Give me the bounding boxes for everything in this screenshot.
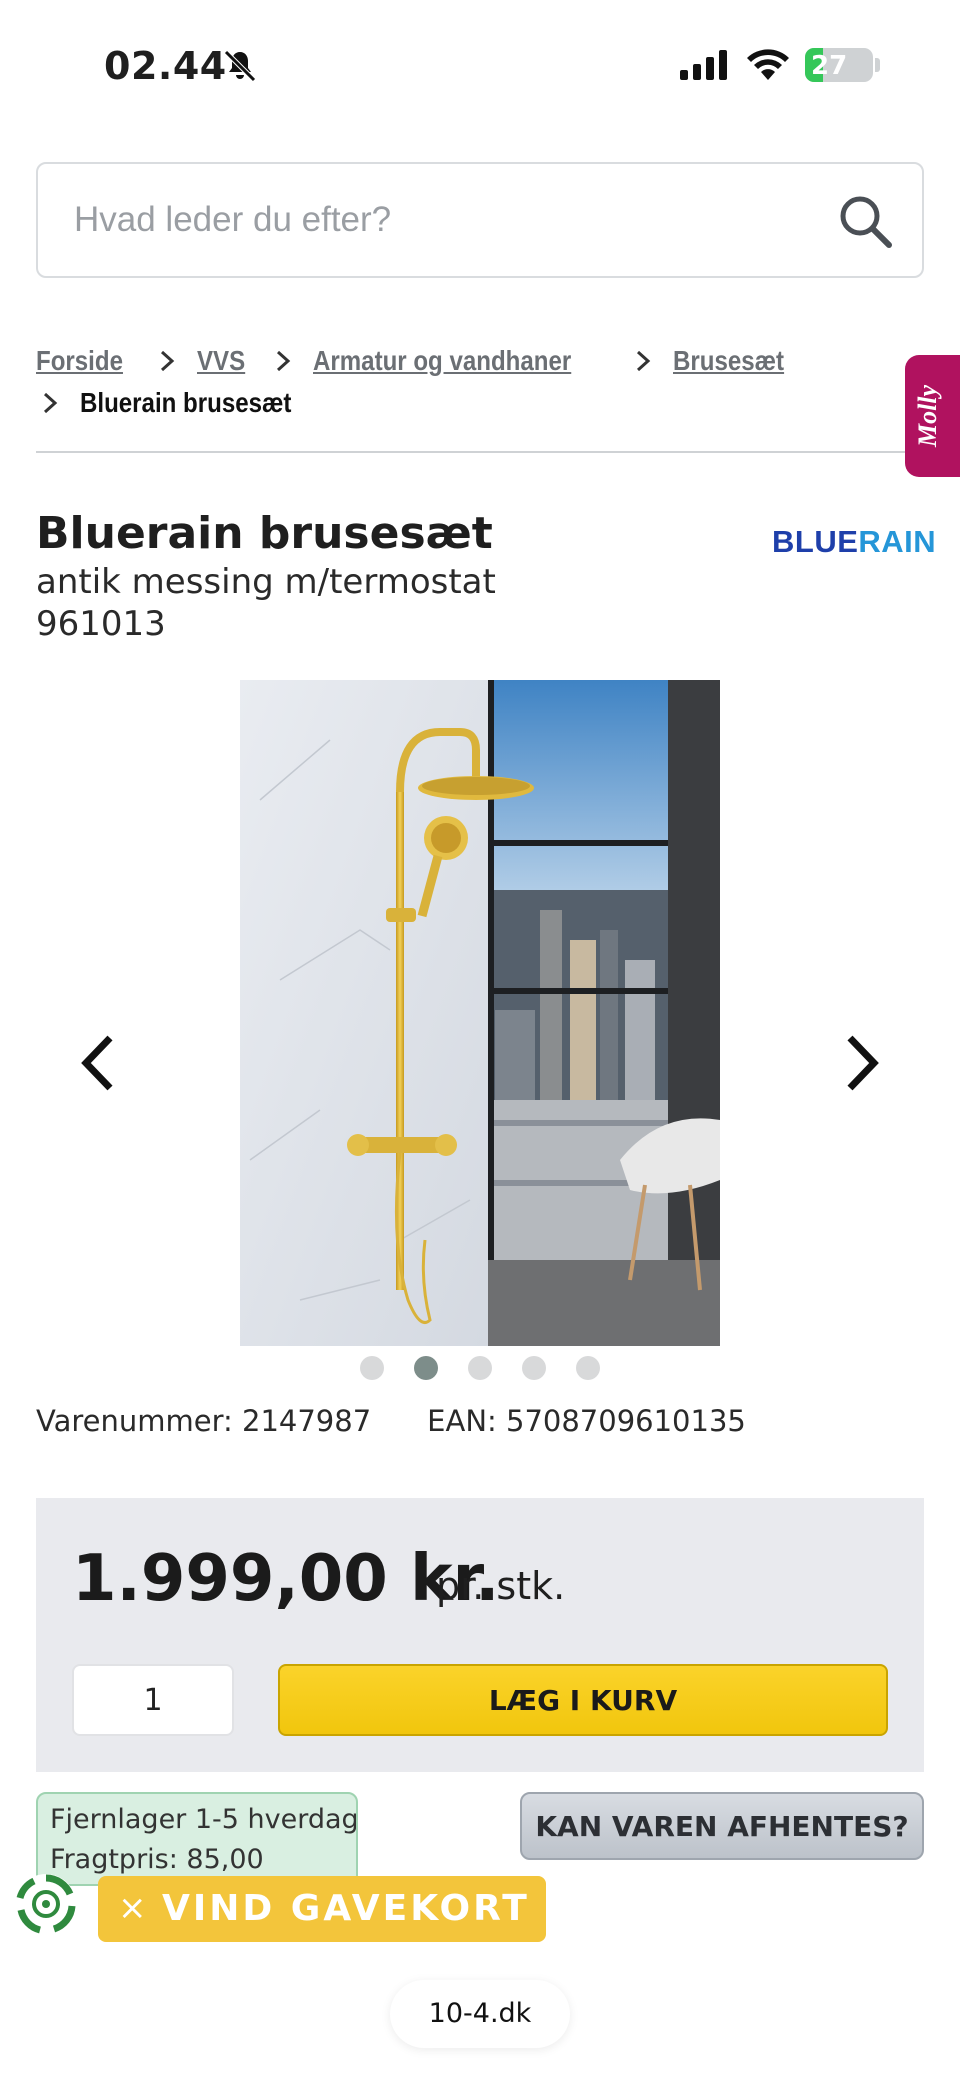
stock-delivery-time: Fjernlager 1-5 hverdage: [50, 1804, 358, 1835]
gallery-pagination: [360, 1356, 600, 1380]
chevron-right-icon: [637, 350, 651, 372]
ean-number: EAN: 5708709610135: [427, 1404, 746, 1438]
breadcrumb-link-vvs[interactable]: VVS: [197, 345, 245, 377]
recycle-icon[interactable]: [14, 1872, 78, 1936]
brand-logo-part1: BLUE: [772, 524, 859, 559]
battery-nub: [875, 58, 880, 72]
item-number: Varenummer: 2147987: [36, 1404, 372, 1438]
gallery-dot[interactable]: [576, 1356, 600, 1380]
gallery-dot[interactable]: [522, 1356, 546, 1380]
gallery-dot[interactable]: [360, 1356, 384, 1380]
gallery-dot[interactable]: [468, 1356, 492, 1380]
bell-muted-icon: [224, 50, 256, 82]
search-icon[interactable]: [836, 192, 894, 250]
price-unit: pr. stk.: [436, 1564, 566, 1608]
quantity-input[interactable]: [72, 1664, 234, 1736]
pickup-availability-button[interactable]: KAN VAREN AFHENTES?: [520, 1792, 924, 1860]
chevron-right-icon: [161, 350, 175, 372]
battery-level: 27: [811, 51, 848, 81]
search-input[interactable]: [74, 164, 834, 276]
divider: [36, 451, 924, 453]
search-box: [36, 162, 924, 278]
product-image[interactable]: [240, 680, 720, 1346]
stock-shipping-price: Fragtpris: 85,00: [50, 1844, 264, 1875]
chevron-right-icon: [43, 392, 58, 414]
browser-url-pill[interactable]: 10-4.dk: [390, 1980, 570, 2048]
brand-logo-part2: RAIN: [858, 524, 937, 559]
product-identifiers: Varenummer: 2147987 EAN: 5708709610135: [36, 1404, 746, 1438]
product-subtitle: antik messing m/termostat: [36, 562, 496, 602]
product-code: 961013: [36, 604, 166, 644]
close-icon[interactable]: ×: [118, 1888, 147, 1928]
battery-indicator: 27: [805, 48, 873, 82]
giftcard-banner[interactable]: × VIND GAVEKORT: [98, 1876, 546, 1942]
breadcrumb: Forside VVS Armatur og vandhaner Brusesæ…: [36, 340, 896, 424]
status-time: 02.44: [104, 44, 227, 88]
breadcrumb-link-brusesaet[interactable]: Brusesæt: [673, 345, 784, 377]
purchase-panel: 1.999,00 kr. pr. stk. LÆG I KURV: [36, 1498, 924, 1772]
add-to-cart-button[interactable]: LÆG I KURV: [278, 1664, 888, 1736]
wifi-icon: [747, 49, 789, 80]
status-bar: 02.44 27: [0, 0, 960, 130]
chevron-right-icon[interactable]: [842, 1032, 882, 1094]
stock-info: Fjernlager 1-5 hverdage Fragtpris: 85,00: [36, 1792, 358, 1886]
giftcard-label[interactable]: VIND GAVEKORT: [162, 1888, 530, 1929]
gallery-dot-active[interactable]: [414, 1356, 438, 1380]
brand-logo[interactable]: BLUERAIN: [772, 524, 936, 560]
product-title: Bluerain brusesæt: [36, 508, 493, 559]
breadcrumb-row: Forside VVS Armatur og vandhaner Brusesæ…: [36, 340, 896, 382]
breadcrumb-link-armatur[interactable]: Armatur og vandhaner: [313, 345, 571, 377]
chevron-right-icon: [277, 350, 291, 372]
cellular-signal-icon: [680, 50, 727, 80]
breadcrumb-row: Bluerain brusesæt: [36, 382, 896, 424]
breadcrumb-current: Bluerain brusesæt: [80, 387, 292, 418]
chat-assistant-label[interactable]: Molly: [913, 385, 943, 447]
chevron-left-icon[interactable]: [78, 1032, 118, 1094]
breadcrumb-link-forside[interactable]: Forside: [36, 345, 123, 377]
